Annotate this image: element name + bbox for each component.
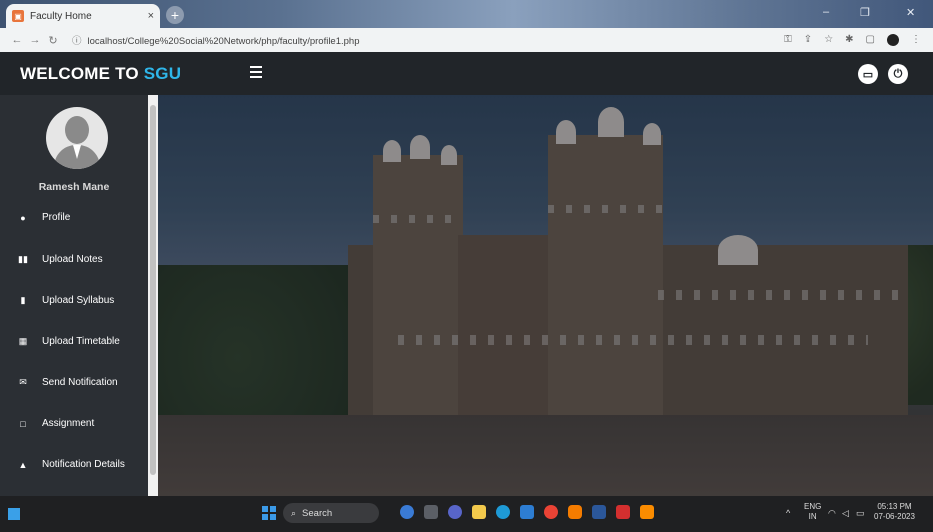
language-indicator[interactable]: ENG IN [804,502,821,522]
calendar-icon: ▦ [18,336,28,346]
store-icon[interactable] [520,505,534,519]
lang-code: ENG [804,502,822,511]
maximize-button[interactable]: ❐ [860,6,870,19]
file-explorer-icon[interactable] [472,505,486,519]
power-icon[interactable]: ⏻ [888,64,908,84]
reload-icon[interactable]: ↻ [44,34,62,47]
sidebar-item-label: Notification Details [42,459,125,470]
clipboard-icon: □ [20,418,26,429]
sidebar-item-profile[interactable]: ● Profile [18,212,70,223]
back-icon[interactable]: ← [8,34,26,46]
brand-prefix: WELCOME TO [20,64,139,83]
acrobat-icon[interactable] [616,505,630,519]
campus-background-image [158,95,933,496]
volume-icon[interactable]: ◁ [842,508,849,518]
user-name: Ramesh Mane [38,181,110,193]
sidebar-item-label: Upload Notes [42,254,103,265]
key-icon[interactable]: ⚿ [784,34,792,46]
copilot-icon[interactable] [400,505,414,519]
clock-time: 05:13 PM [877,502,912,511]
chrome-icon[interactable] [544,505,558,519]
hamburger-menu-icon[interactable] [250,66,262,81]
sidebar-item-label: Send Notification [42,377,118,388]
tab-title: Faculty Home [30,10,92,22]
sidebar-item-label: Upload Timetable [42,336,120,347]
extensions-icon[interactable]: ✱ [845,34,853,46]
star-icon[interactable]: ☆ [824,34,833,46]
sidebar-item-notification-details[interactable]: ▲ Notification Details [18,459,125,470]
tray-chevron-icon[interactable]: ^ [786,508,790,518]
widgets-icon[interactable] [8,508,20,520]
app-header: WELCOME TO SGU ▭ ⏻ [0,52,933,95]
search-icon: ⌕ [291,507,297,518]
task-view-icon[interactable] [424,505,438,519]
share-icon[interactable]: ⇪ [804,34,812,46]
battery-icon[interactable]: ▭ [856,508,865,518]
favicon-icon: ▣ [12,10,24,22]
url-field[interactable]: ⓘ localhost/College%20Social%20Network/ph… [72,33,784,47]
sidebar-item-assignment[interactable]: □ Assignment [18,418,94,429]
word-icon[interactable] [592,505,606,519]
address-bar: ← → ↻ ⓘ localhost/College%20Social%20Netw… [0,28,933,52]
brave-icon[interactable] [568,505,582,519]
sidebar-item-upload-notes[interactable]: ▮▮ Upload Notes [18,254,103,265]
bell-icon: ▲ [18,459,28,470]
browser-tab-strip: ▣ Faculty Home × + – ❐ ✕ [0,0,933,28]
minimize-button[interactable]: – [823,6,829,18]
book-open-icon: ▮▮ [18,254,28,264]
tab-close-button[interactable]: × [148,10,154,22]
envelope-icon: ✉ [19,377,27,387]
forward-icon[interactable]: → [26,34,44,46]
xampp-icon[interactable] [640,505,654,519]
clock-date: 07-06-2023 [874,512,915,521]
sidebar-item-upload-timetable[interactable]: ▦ Upload Timetable [18,336,120,347]
windows-start-icon[interactable] [262,506,276,520]
brand-accent: SGU [143,64,182,83]
sidebar-item-upload-syllabus[interactable]: ▮ Upload Syllabus [18,295,115,306]
wifi-icon[interactable]: ◠ [828,508,836,518]
sidepanel-icon[interactable]: ▢ [866,34,875,46]
clock[interactable]: 05:13 PM 07-06-2023 [874,502,915,522]
sidebar-item-label: Upload Syllabus [42,295,115,306]
chat-app-icon[interactable] [448,505,462,519]
windows-taskbar [0,496,933,532]
close-window-button[interactable]: ✕ [906,6,915,19]
book-icon: ▮ [20,295,26,305]
avatar [46,107,108,169]
sidebar-scroll-thumb[interactable] [150,105,156,475]
lang-region: IN [808,512,817,521]
profile-avatar-icon[interactable] [887,34,899,46]
chat-icon[interactable]: ▭ [858,64,878,84]
info-icon[interactable]: ⓘ [72,36,82,47]
taskbar-search[interactable]: ⌕ Search [283,503,379,523]
sidebar-item-send-notification[interactable]: ✉ Send Notification [18,377,118,388]
edge-icon[interactable] [496,505,510,519]
new-tab-button[interactable]: + [166,6,184,24]
url-text: localhost/College%20Social%20Network/php… [87,36,360,47]
brand-title: WELCOME TO SGU [20,64,181,84]
menu-kebab-icon[interactable]: ⋮ [911,34,921,46]
search-label: Search [302,507,333,519]
user-circle-icon: ● [20,212,26,223]
sidebar-item-label: Assignment [42,418,95,429]
browser-tab[interactable]: ▣ Faculty Home × [6,4,160,28]
sidebar-item-label: Profile [42,212,71,223]
